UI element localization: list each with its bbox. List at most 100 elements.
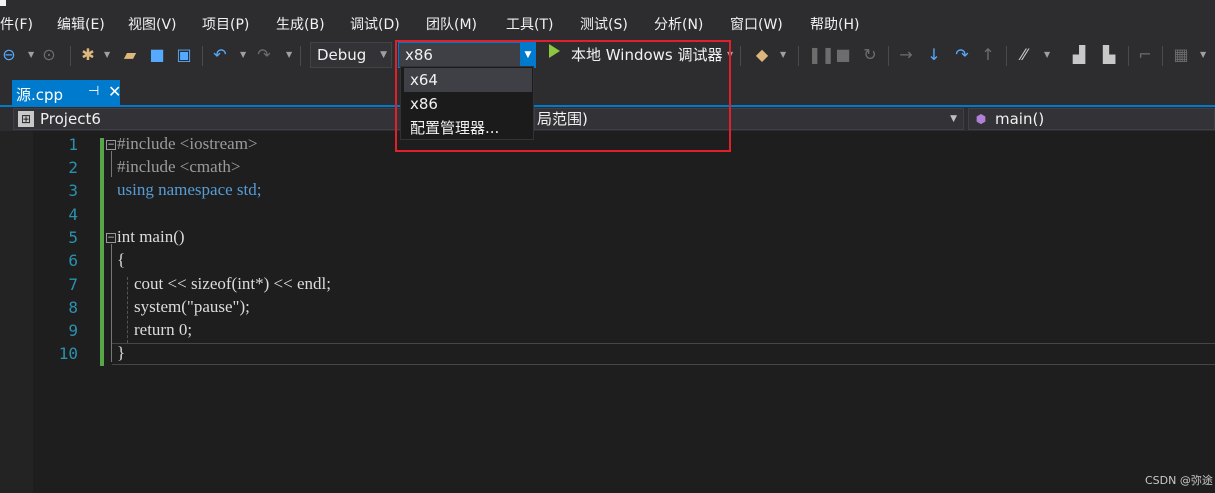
line-number: 2 bbox=[68, 158, 78, 177]
tab-source-cpp[interactable]: 源.cpp ⊣ ✕ bbox=[12, 80, 121, 107]
attach-dropdown-icon[interactable]: ▼ bbox=[780, 50, 786, 59]
menu-bar: 件(F) 编辑(E) 视图(V) 项目(P) 生成(B) 调试(D) 团队(M)… bbox=[0, 0, 1215, 40]
menu-test[interactable]: 测试(S) bbox=[580, 14, 628, 34]
undo-icon[interactable]: ↶ bbox=[210, 44, 230, 66]
stop-icon[interactable]: ■ bbox=[834, 44, 852, 66]
outline-line bbox=[111, 244, 112, 362]
code-line-text: system("pause"); bbox=[117, 297, 250, 316]
collapse-icon[interactable]: − bbox=[106, 140, 116, 150]
save-icon[interactable]: ■ bbox=[148, 44, 166, 66]
step-into-icon[interactable]: ↓ bbox=[924, 44, 944, 66]
restart-icon[interactable]: ↻ bbox=[860, 44, 880, 66]
toolbar-separator bbox=[1162, 46, 1163, 66]
chevron-down-icon: ▼ bbox=[950, 114, 957, 124]
current-line-highlight bbox=[112, 343, 1215, 365]
menu-file[interactable]: 件(F) bbox=[0, 14, 33, 34]
line-number: 8 bbox=[68, 298, 78, 317]
step-over-icon[interactable]: ↷ bbox=[952, 44, 972, 66]
configuration-value: Debug bbox=[317, 46, 367, 64]
menu-edit[interactable]: 编辑(E) bbox=[57, 14, 105, 34]
annotation-highlight-box bbox=[395, 40, 731, 152]
vs-logo-icon bbox=[0, 0, 6, 6]
new-project-icon[interactable]: ✱ bbox=[78, 44, 98, 66]
code-editor[interactable]: 1 2 3 4 5 6 7 8 9 10 − − #include <iostr… bbox=[0, 131, 1215, 493]
line-number: 3 bbox=[68, 181, 78, 200]
configuration-combo[interactable]: Debug ▼ bbox=[310, 42, 392, 68]
toolbar-separator bbox=[888, 46, 889, 66]
code-line[interactable]: cout << sizeof(int*) << endl; bbox=[117, 274, 331, 294]
member-combo[interactable]: ⬢ main() bbox=[968, 108, 1215, 130]
code-line[interactable]: return 0; bbox=[117, 320, 192, 340]
breakpoint-toggle-icon[interactable]: ▟ bbox=[1068, 44, 1090, 66]
step-out-icon[interactable]: ↑ bbox=[978, 44, 998, 66]
function-icon: ⬢ bbox=[975, 112, 987, 126]
toolbar-separator bbox=[1006, 46, 1007, 66]
line-number: 4 bbox=[68, 205, 78, 224]
project-name: Project6 bbox=[40, 110, 101, 128]
member-name: main() bbox=[995, 110, 1045, 128]
menu-debug[interactable]: 调试(D) bbox=[350, 14, 400, 34]
project-combo[interactable]: ⊞ Project6 bbox=[13, 108, 403, 130]
collapse-icon[interactable]: − bbox=[106, 233, 116, 243]
code-line-text: #include <iostream> bbox=[117, 134, 258, 153]
menu-view[interactable]: 视图(V) bbox=[128, 14, 177, 34]
hex-display-icon[interactable]: ⁄⁄ bbox=[1014, 44, 1034, 66]
toolbar-separator bbox=[202, 46, 203, 66]
menu-tools[interactable]: 工具(T) bbox=[506, 14, 553, 34]
line-number: 6 bbox=[68, 251, 78, 270]
project-icon: ⊞ bbox=[18, 111, 34, 127]
line-number: 9 bbox=[68, 321, 78, 340]
indicator-margin[interactable] bbox=[0, 131, 33, 493]
change-tracking-bar bbox=[100, 138, 104, 366]
code-line[interactable]: { bbox=[117, 250, 125, 270]
line-number: 10 bbox=[58, 344, 78, 363]
back-dropdown-icon[interactable]: ▼ bbox=[28, 50, 34, 59]
line-number: 1 bbox=[68, 135, 78, 154]
toolbar-separator bbox=[70, 46, 71, 66]
save-all-icon[interactable]: ▣ bbox=[174, 44, 194, 66]
code-line[interactable]: using namespace std; bbox=[117, 180, 261, 200]
code-line-text: int main() bbox=[117, 227, 185, 246]
hex-dropdown-icon[interactable]: ▼ bbox=[1044, 50, 1050, 59]
code-line[interactable]: #include <iostream> bbox=[117, 134, 258, 154]
toolbar-separator bbox=[798, 46, 799, 66]
code-line-text: return 0; bbox=[117, 320, 193, 339]
breakpoint-clear-icon[interactable]: ▙ bbox=[1098, 44, 1120, 66]
chevron-down-icon: ▼ bbox=[380, 50, 387, 60]
menu-project[interactable]: 项目(P) bbox=[202, 14, 249, 34]
performance-icon[interactable]: ▦ bbox=[1170, 44, 1192, 66]
menu-analyze[interactable]: 分析(N) bbox=[654, 14, 703, 34]
performance-dropdown-icon[interactable]: ▼ bbox=[1200, 50, 1206, 59]
code-line-text: using namespace std; bbox=[117, 180, 262, 199]
open-file-icon[interactable]: ▰ bbox=[120, 44, 140, 66]
toolbar-separator bbox=[300, 46, 301, 66]
new-project-dropdown-icon[interactable]: ▼ bbox=[104, 50, 110, 59]
back-icon[interactable]: ⊖ bbox=[0, 44, 18, 66]
code-line[interactable]: #include <cmath> bbox=[117, 157, 241, 177]
code-line-text: #include <cmath> bbox=[117, 157, 241, 176]
menu-build[interactable]: 生成(B) bbox=[276, 14, 325, 34]
forward-icon[interactable]: ⊙ bbox=[40, 44, 58, 66]
show-next-statement-icon[interactable]: → bbox=[896, 44, 916, 66]
redo-icon[interactable]: ↷ bbox=[254, 44, 274, 66]
toolbar-separator bbox=[1128, 46, 1129, 66]
undo-dropdown-icon[interactable]: ▼ bbox=[240, 50, 246, 59]
attach-process-icon[interactable]: ◆ bbox=[752, 44, 772, 66]
menu-help[interactable]: 帮助(H) bbox=[810, 14, 859, 34]
outline-line bbox=[111, 151, 112, 177]
watermark: CSDN @弥途 bbox=[1145, 474, 1213, 487]
pause-icon[interactable]: ❚❚ bbox=[808, 44, 835, 66]
code-line[interactable]: } bbox=[117, 343, 125, 363]
code-line-text: } bbox=[117, 343, 126, 362]
menu-window[interactable]: 窗口(W) bbox=[730, 14, 783, 34]
close-icon[interactable]: ✕ bbox=[108, 82, 121, 101]
code-line[interactable]: system("pause"); bbox=[117, 297, 250, 317]
line-number: 7 bbox=[68, 275, 78, 294]
bookmark-icon[interactable]: ⌐ bbox=[1136, 44, 1154, 66]
menu-team[interactable]: 团队(M) bbox=[426, 14, 477, 34]
pin-icon[interactable]: ⊣ bbox=[88, 84, 99, 99]
tab-label: 源.cpp bbox=[16, 86, 64, 104]
redo-dropdown-icon[interactable]: ▼ bbox=[286, 50, 292, 59]
code-line[interactable]: int main() bbox=[117, 227, 185, 247]
toolbar-separator bbox=[740, 46, 741, 66]
